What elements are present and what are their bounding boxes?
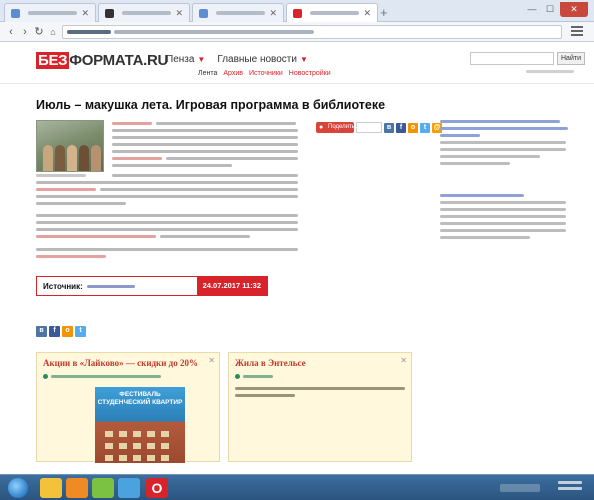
ad-source-icon <box>235 374 240 379</box>
site-header: БЕЗ ФОРМАТА.RU Пенза ▼ Главные новости ▼ Ле… <box>0 42 594 84</box>
facebook-share-icon[interactable]: f <box>49 326 60 337</box>
maximize-icon[interactable]: ☐ <box>542 2 558 17</box>
dropdown-arrow-icon: ▼ <box>299 55 308 64</box>
back-icon[interactable]: ‹ <box>4 25 18 39</box>
search-input[interactable] <box>470 52 554 65</box>
start-button[interactable] <box>8 478 28 498</box>
close-tab-icon[interactable]: ✕ <box>81 8 89 19</box>
ad-close-icon[interactable]: ✕ <box>208 356 215 365</box>
source-label: Источник: <box>43 281 83 291</box>
source-box: Источник: 24.07.2017 11:32 <box>36 276 268 296</box>
system-tray[interactable] <box>500 484 540 492</box>
sidebar-news-item[interactable] <box>440 120 570 169</box>
minimize-icon[interactable]: — <box>524 2 540 17</box>
search-bar: Найти <box>470 52 585 65</box>
twitter-share-icon[interactable]: t <box>420 122 430 133</box>
app-icon[interactable] <box>118 478 140 498</box>
app-icon[interactable] <box>92 478 114 498</box>
home-icon[interactable]: ⌂ <box>46 25 60 39</box>
close-tab-icon[interactable]: ✕ <box>269 8 277 19</box>
subnav-new-buildings[interactable]: Новостройки <box>289 70 331 77</box>
address-bar[interactable] <box>62 25 562 39</box>
vk-share-icon[interactable]: в <box>384 122 394 133</box>
browser-menu-icon[interactable] <box>571 26 583 38</box>
subnav-sources[interactable]: Источники <box>249 70 283 77</box>
subnav-feed[interactable]: Лента <box>198 70 217 77</box>
site-logo[interactable]: БЕЗ ФОРМАТА.RU <box>36 52 168 69</box>
share-widget: Поделиться в f о t @ <box>316 122 442 133</box>
city-dropdown[interactable]: Пенза ▼ <box>166 54 205 65</box>
forward-icon[interactable]: › <box>18 25 32 39</box>
close-window-icon[interactable]: ✕ <box>560 2 588 17</box>
ad-source-icon <box>43 374 48 379</box>
search-button[interactable]: Найти <box>557 52 585 65</box>
ad-block[interactable]: Акции в «Лайково» — скидки до 20% ✕ ФЕСТ… <box>36 352 220 463</box>
odnoklassniki-share-icon[interactable]: о <box>62 326 73 337</box>
source-datetime: 24.07.2017 11:32 <box>196 276 267 296</box>
reload-icon[interactable]: ↻ <box>32 25 46 39</box>
photo-caption <box>36 174 86 177</box>
odnoklassniki-share-icon[interactable]: о <box>408 122 418 133</box>
ad-image[interactable]: ФЕСТИВАЛЬ СТУДЕНЧЕСКИЙ КВАРТИР <box>95 387 185 463</box>
ad-title[interactable]: Жила в Энтельсе <box>235 358 306 368</box>
favicon-icon <box>11 8 20 18</box>
ad-block[interactable]: Жила в Энтельсе ✕ <box>228 352 412 462</box>
opera-browser-icon[interactable]: O <box>146 478 168 498</box>
browser-tab[interactable]: ✕ <box>98 3 190 22</box>
favicon-icon <box>293 8 302 18</box>
browser-tab[interactable]: ✕ <box>192 3 284 22</box>
browser-tab[interactable]: ✕ <box>4 3 96 22</box>
subnav-archive[interactable]: Архив <box>223 70 243 77</box>
article-title: Июль – макушка лета. Игровая программа в… <box>36 98 386 112</box>
sub-navigation: Лента Архив Источники Новостройки <box>198 70 331 77</box>
browser-toolbar: ‹ › ↻ ⌂ <box>0 22 594 42</box>
bottom-share-row: в f о t <box>36 326 86 337</box>
favicon-icon <box>199 8 208 18</box>
vk-share-icon[interactable]: в <box>36 326 47 337</box>
facebook-share-icon[interactable]: f <box>396 122 406 133</box>
os-taskbar: O <box>0 474 594 500</box>
sidebar-news-item[interactable] <box>440 194 570 243</box>
browser-tab-active[interactable]: ✕ <box>286 3 378 22</box>
twitter-share-icon[interactable]: t <box>75 326 86 337</box>
media-player-icon[interactable] <box>66 478 88 498</box>
share-button[interactable]: Поделиться <box>316 122 361 133</box>
favicon-icon <box>105 8 114 18</box>
ad-close-icon[interactable]: ✕ <box>400 356 407 365</box>
header-side-link[interactable] <box>526 70 574 73</box>
main-news-dropdown[interactable]: Главные новости ▼ <box>217 54 308 65</box>
close-tab-icon[interactable]: ✕ <box>175 8 183 19</box>
browser-tab-bar: ✕ ✕ ✕ ✕ + — ☐ ✕ <box>0 0 594 22</box>
new-tab-button[interactable]: + <box>380 5 388 20</box>
city-nav: Пенза ▼ Главные новости ▼ <box>166 54 308 65</box>
ad-title[interactable]: Акции в «Лайково» — скидки до 20% <box>43 358 198 368</box>
article-photo <box>36 120 104 172</box>
taskbar-clock[interactable] <box>558 481 582 495</box>
close-tab-icon[interactable]: ✕ <box>363 8 371 19</box>
dropdown-arrow-icon: ▼ <box>197 55 206 64</box>
file-explorer-icon[interactable] <box>40 478 62 498</box>
ad-image-text: ФЕСТИВАЛЬ СТУДЕНЧЕСКИЙ КВАРТИР <box>97 391 183 406</box>
